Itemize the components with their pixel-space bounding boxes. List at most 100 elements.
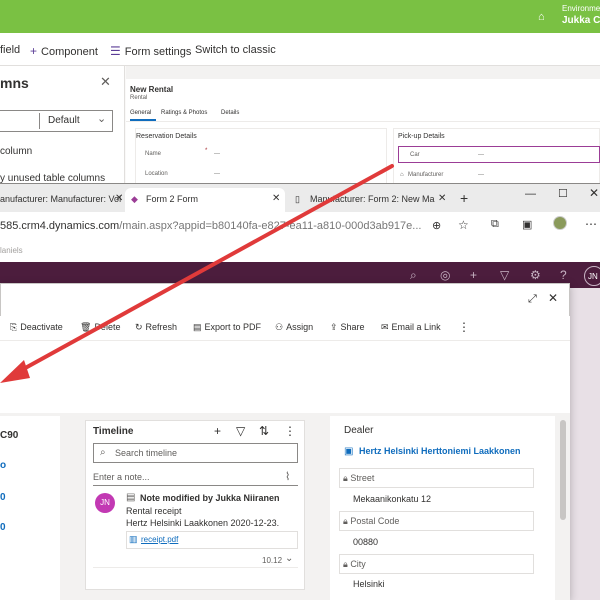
- tab-general[interactable]: General: [130, 110, 151, 116]
- favorite-star-icon[interactable]: ☆: [458, 218, 469, 232]
- url-field[interactable]: 585.crm4.dynamics.com/main.aspx?appid=b8…: [0, 220, 421, 232]
- lookup-link[interactable]: 0: [0, 522, 6, 533]
- divider: [93, 567, 298, 568]
- share-icon: ⇪: [330, 322, 338, 332]
- email-icon: ✉: [381, 322, 389, 332]
- divider: [93, 485, 298, 486]
- field-label-manufacturer: Manufacturer: [408, 172, 444, 178]
- filter-icon[interactable]: ▽: [500, 268, 509, 282]
- attachment-link[interactable]: receipt.pdf: [141, 535, 178, 544]
- maximize-button[interactable]: ☐: [558, 187, 568, 200]
- browser-tab[interactable]: anufacturer: Manufacturer: Vol: [0, 188, 125, 212]
- minimize-button[interactable]: —: [525, 188, 536, 200]
- form-preview-subtitle: Rental: [130, 95, 148, 101]
- add-component-button[interactable]: + Component: [30, 44, 98, 58]
- details-column: [0, 416, 60, 600]
- record-icon: ▣: [344, 446, 354, 457]
- close-icon[interactable]: ✕: [272, 193, 280, 204]
- attach-icon[interactable]: ⌇: [285, 470, 290, 483]
- avatar: JN: [95, 493, 115, 513]
- close-icon[interactable]: ✕: [100, 74, 111, 90]
- switch-to-classic-button[interactable]: Switch to classic: [195, 44, 276, 56]
- expand-icon[interactable]: ⤢: [528, 293, 537, 306]
- search-icon: ⌕: [100, 447, 106, 458]
- form-settings-button[interactable]: ☰ Form settings: [110, 44, 191, 58]
- field-label-location: Location: [145, 171, 168, 177]
- lock-icon: 🔒︎: [343, 516, 348, 526]
- refresh-button[interactable]: ↻ Refresh: [135, 322, 177, 333]
- note-input[interactable]: Enter a note...: [93, 472, 150, 482]
- scrollbar-thumb[interactable]: [560, 420, 566, 520]
- help-icon[interactable]: ?: [560, 268, 567, 282]
- more-commands-icon[interactable]: ⋮: [458, 320, 470, 334]
- city-value: Helsinki: [353, 579, 385, 589]
- environment-name[interactable]: Jukka CDS: [562, 15, 600, 26]
- chevron-down-icon[interactable]: ⌄: [285, 553, 293, 564]
- section-title: Pick-up Details: [398, 133, 445, 140]
- add-field-button[interactable]: field: [0, 44, 20, 56]
- search-icon[interactable]: ⌕: [410, 268, 417, 283]
- more-icon[interactable]: ⋮: [284, 424, 296, 438]
- postal-code-value: 00880: [353, 537, 379, 547]
- tab-ratings-photos[interactable]: Ratings & Photos: [161, 110, 207, 116]
- close-icon[interactable]: ✕: [438, 193, 446, 204]
- add-icon[interactable]: +: [470, 268, 477, 282]
- lock-icon: ⌂: [400, 172, 404, 178]
- field-value: ---: [214, 151, 220, 157]
- favorite-item[interactable]: laniels: [0, 246, 23, 255]
- new-table-column-option[interactable]: column: [0, 146, 32, 157]
- environment-icon: ⌂: [538, 11, 545, 23]
- deactivate-icon: ⎘: [10, 322, 18, 332]
- task-icon[interactable]: ◎: [440, 268, 450, 282]
- lookup-link[interactable]: 0: [0, 492, 6, 503]
- car-field-selected[interactable]: [398, 146, 600, 163]
- section-title: Reservation Details: [136, 133, 197, 140]
- field-label-name: Name: [145, 151, 162, 157]
- street-value: Mekaanikonkatu 12: [353, 494, 432, 504]
- delete-button[interactable]: 🗑 Delete: [80, 322, 120, 333]
- environment-bar: [0, 0, 600, 33]
- record-header: [0, 341, 570, 413]
- browser-tab-active[interactable]: ◆ Form 2 Form: [125, 188, 285, 212]
- lookup-link[interactable]: o: [0, 460, 6, 471]
- filter-icon[interactable]: ▽: [236, 424, 245, 438]
- search-placeholder: Search timeline: [115, 448, 178, 458]
- form-preview-title: New Rental: [130, 85, 174, 94]
- refresh-icon: ↻: [135, 322, 143, 332]
- window-close-button[interactable]: ✕: [589, 186, 599, 200]
- profile-avatar[interactable]: [553, 216, 567, 230]
- field-value: ---: [478, 152, 484, 158]
- dealer-label: Dealer: [344, 425, 374, 436]
- city-field[interactable]: [339, 554, 534, 574]
- deactivate-button[interactable]: ⎘ Deactivate: [10, 322, 63, 333]
- user-avatar[interactable]: JN: [584, 266, 600, 286]
- chevron-down-icon: ⌄: [97, 113, 107, 125]
- required-marker: *: [205, 148, 208, 154]
- more-icon[interactable]: ⋯: [585, 217, 597, 231]
- extensions-icon[interactable]: ▣: [522, 218, 532, 231]
- zoom-icon[interactable]: ⊕: [432, 219, 441, 232]
- close-icon[interactable]: ✕: [115, 193, 123, 204]
- field-value: C90: [0, 430, 19, 441]
- browser-tab[interactable]: ▯ Manufacturer: Form 2: New Man: [295, 188, 435, 212]
- export-pdf-button[interactable]: ▤ Export to PDF: [193, 322, 261, 333]
- assign-button[interactable]: ⚇ Assign: [275, 322, 313, 333]
- add-icon[interactable]: +: [214, 424, 221, 438]
- email-link-button[interactable]: ✉ Email a Link: [381, 322, 441, 333]
- close-icon[interactable]: ✕: [548, 291, 558, 305]
- note-icon: ▤: [126, 492, 136, 503]
- tab-details[interactable]: Details: [221, 110, 239, 116]
- timestamp: 10.12: [262, 556, 283, 565]
- field-value: ---: [478, 172, 484, 178]
- timeline-title: Timeline: [93, 426, 134, 437]
- postal-code-label: 🔒︎ Postal Code: [343, 516, 400, 526]
- page-icon: ▯: [295, 194, 300, 204]
- share-button[interactable]: ⇪ Share: [330, 322, 365, 333]
- note-title: Note modified by Jukka Niiranen: [140, 493, 280, 503]
- dealer-link[interactable]: Hertz Helsinki Herttoniemi Laakkonen: [359, 446, 521, 456]
- note-text: Rental receipt: [126, 506, 182, 516]
- collections-icon[interactable]: ⧉: [491, 218, 499, 231]
- new-tab-button[interactable]: +: [460, 190, 468, 206]
- gear-icon[interactable]: ⚙: [530, 268, 541, 282]
- sort-icon[interactable]: ⇅: [259, 424, 269, 438]
